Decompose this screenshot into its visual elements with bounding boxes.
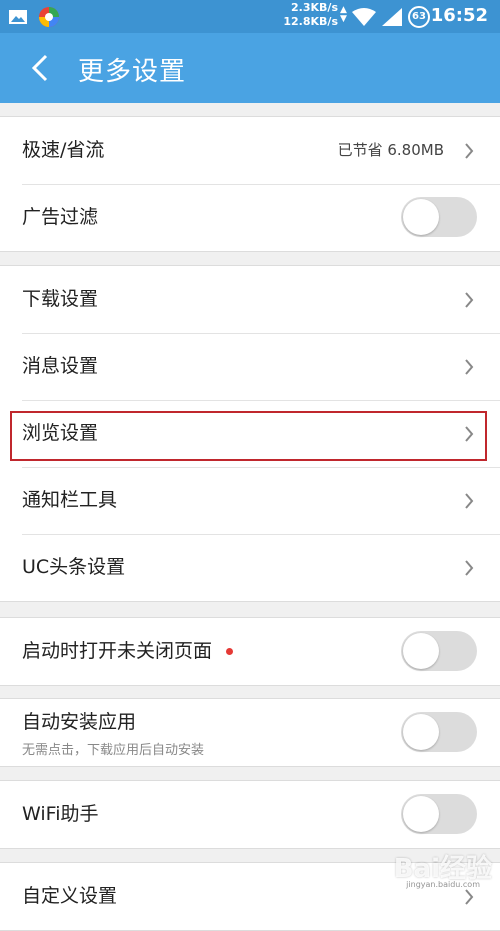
saved-data-value: 已节省 6.80MB [337, 141, 444, 159]
setting-label: 通知栏工具 [22, 489, 118, 511]
setting-messages[interactable]: 消息设置 [0, 333, 500, 400]
chevron-right-icon [465, 359, 474, 375]
setting-download[interactable]: 下载设置 [0, 266, 500, 333]
settings-group-wifi: WiFi助手 [0, 780, 500, 849]
setting-label: WiFi助手 [22, 803, 99, 825]
download-speed: 2.3KB/s [291, 1, 338, 14]
network-speed: 2.3KB/s 12.8KB/s [282, 1, 338, 29]
setting-ad-filter: 广告过滤 [0, 184, 500, 251]
page-title: 更多设置 [78, 57, 187, 87]
clock: 16:52 [430, 5, 488, 26]
battery-icon: 63 [408, 6, 430, 28]
setting-auto-install: 自动安装应用 无需点击，下载应用后自动安装 [0, 699, 500, 766]
settings-group-auto-install: 自动安装应用 无需点击，下载应用后自动安装 [0, 698, 500, 767]
new-indicator-dot [226, 648, 233, 655]
wifi-assistant-toggle[interactable] [401, 794, 477, 834]
settings-group-startup: 启动时打开未关闭页面 [0, 617, 500, 686]
highlight-box [10, 411, 487, 461]
setting-label: 自动安装应用 [22, 711, 137, 733]
settings-group-speed: 极速/省流 已节省 6.80MB 广告过滤 [0, 116, 500, 252]
gallery-icon [9, 10, 27, 24]
chevron-right-icon [465, 560, 474, 576]
chevron-right-icon [465, 493, 474, 509]
restore-pages-toggle[interactable] [401, 631, 477, 671]
signal-icon [382, 8, 402, 26]
chevron-right-icon [465, 292, 474, 308]
chevron-right-icon [465, 143, 474, 159]
setting-notification-tools[interactable]: 通知栏工具 [0, 467, 500, 534]
ad-filter-toggle[interactable] [401, 197, 477, 237]
setting-label: 消息设置 [22, 355, 99, 377]
back-arrow-icon[interactable] [22, 50, 58, 86]
setting-uc-headlines[interactable]: UC头条设置 [0, 534, 500, 601]
app-toolbar: 更多设置 [0, 33, 500, 103]
setting-label: 自定义设置 [22, 885, 118, 907]
setting-speed-saving[interactable]: 极速/省流 已节省 6.80MB [0, 117, 500, 184]
upload-speed: 12.8KB/s [283, 15, 338, 28]
watermark-url: jingyan.baidu.com [406, 880, 480, 889]
setting-label: UC头条设置 [22, 556, 126, 578]
toggle-knob [403, 199, 439, 235]
setting-wifi-assistant: WiFi助手 [0, 781, 500, 848]
toggle-knob [403, 633, 439, 669]
wifi-icon [352, 8, 376, 26]
app-logo-icon [39, 7, 59, 27]
status-bar: 2.3KB/s 12.8KB/s ▲ ▼ 63 16:52 [0, 0, 500, 33]
setting-label: 广告过滤 [22, 206, 99, 228]
chevron-right-icon [465, 889, 474, 905]
setting-sublabel: 无需点击，下载应用后自动安装 [22, 743, 205, 758]
setting-label: 下载设置 [22, 288, 99, 310]
setting-restore-pages: 启动时打开未关闭页面 [0, 618, 500, 685]
setting-label: 启动时打开未关闭页面 [22, 640, 213, 662]
toggle-knob [403, 796, 439, 832]
toggle-knob [403, 714, 439, 750]
setting-label: 极速/省流 [22, 139, 105, 161]
auto-install-toggle[interactable] [401, 712, 477, 752]
transfer-arrows-icon: ▲ ▼ [340, 5, 347, 24]
